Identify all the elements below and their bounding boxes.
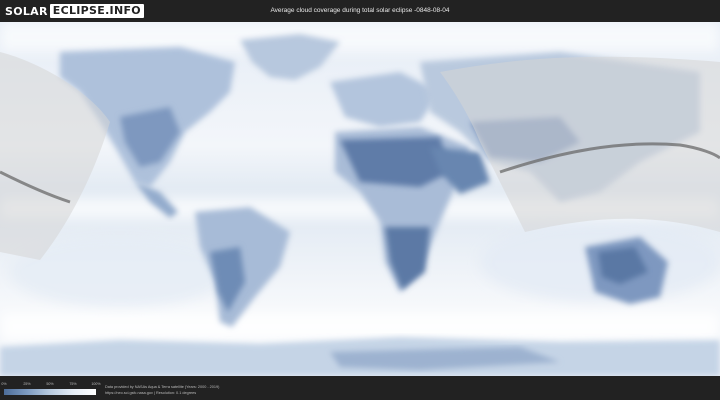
- legend-tick-25: 25%: [23, 382, 31, 386]
- cloud-coverage-legend: [4, 389, 96, 395]
- legend-ticks: 0% 25% 50% 75% 100%: [1, 382, 100, 388]
- world-map-svg: [0, 22, 720, 376]
- cloud-coverage-map: [0, 22, 720, 376]
- header-bar: SOLAR ECLIPSE.INFO Average cloud coverag…: [0, 0, 720, 22]
- credit-line-2[interactable]: https://neo.sci.gsfc.nasa.gov | Resoluti…: [105, 390, 219, 396]
- legend-tick-0: 0%: [1, 382, 7, 386]
- page-title: Average cloud coverage during total sola…: [270, 7, 450, 14]
- footer-bar: 0% 25% 50% 75% 100% Data provided by NAS…: [0, 376, 720, 400]
- data-credit: Data provided by NASAs Aqua & Terra sate…: [105, 384, 219, 396]
- legend-tick-75: 75%: [69, 382, 77, 386]
- legend-tick-50: 50%: [46, 382, 54, 386]
- legend-tick-100: 100%: [91, 382, 101, 386]
